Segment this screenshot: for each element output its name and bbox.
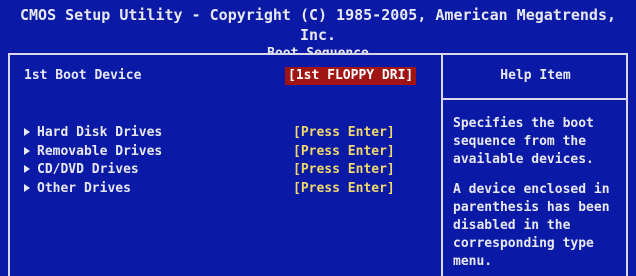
panel-divider [441,55,443,276]
submenu-arrow-icon [24,164,30,173]
main-frame: 1st Boot Device [1st FLOPPY DRI] Hard Di… [8,53,628,276]
submenu-arrow-icon [24,146,30,155]
menu-item-label: Removable Drives [37,144,163,159]
menu-item-hard-disk-drives[interactable]: Hard Disk Drives [24,124,162,142]
other-drives-value[interactable]: [Press Enter] [293,180,395,198]
cd-dvd-drives-value[interactable]: [Press Enter] [293,161,395,179]
first-boot-device-label: 1st Boot Device [24,68,142,83]
menu-item-other-drives[interactable]: Other Drives [24,180,131,198]
hard-disk-drives-value[interactable]: [Press Enter] [293,124,395,142]
removable-drives-value[interactable]: [Press Enter] [293,143,395,161]
help-text-boot-sequence: Specifies the boot sequence from the ava… [453,116,594,167]
app-title: CMOS Setup Utility - Copyright (C) 1985-… [19,6,617,44]
help-text-disabled-devices: A device enclosed in parenthesis has bee… [453,182,610,269]
first-boot-device-value[interactable]: [1st FLOPPY DRI] [285,67,417,85]
submenu-arrow-icon [24,127,30,136]
menu-item-label: CD/DVD Drives [37,162,139,177]
help-divider [443,98,628,100]
menu-item-cd-dvd-drives[interactable]: CD/DVD Drives [24,161,139,179]
submenu-arrow-icon [24,183,30,192]
menu-item-removable-drives[interactable]: Removable Drives [24,143,162,161]
menu-item-label: Other Drives [37,181,131,196]
help-title: Help Item [500,68,571,83]
menu-item-label: Hard Disk Drives [37,125,163,140]
title-bar: CMOS Setup Utility - Copyright (C) 1985-… [0,0,636,61]
